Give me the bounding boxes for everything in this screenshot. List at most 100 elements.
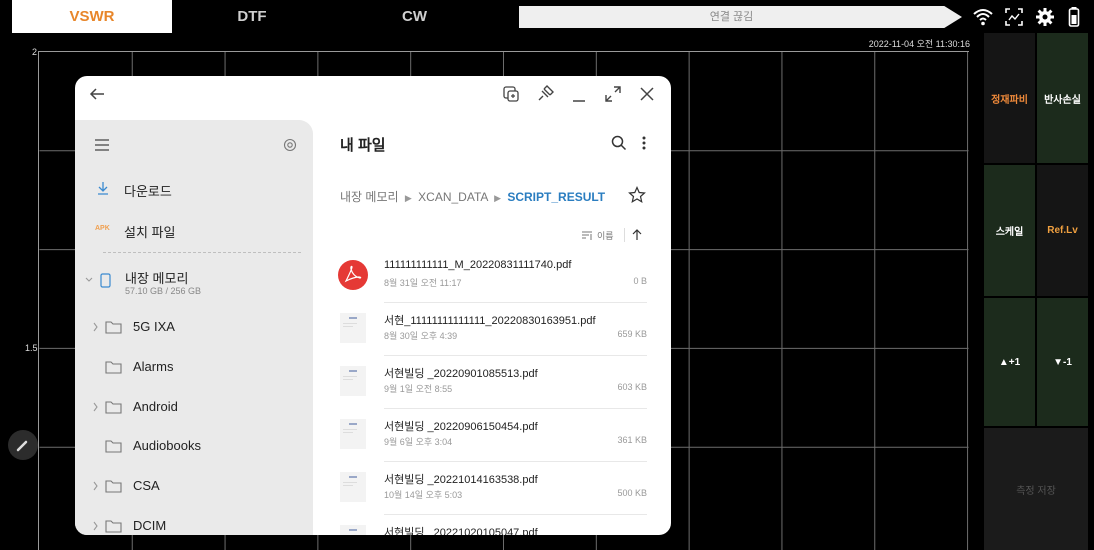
wifi-icon[interactable] <box>972 6 994 28</box>
file-name: 서현_11111111111111_20220830163951.pdf <box>384 315 596 327</box>
folder-label: DCIM <box>133 518 167 533</box>
file-row[interactable]: 서현빌딩 _20221014163538.pdf 10월 14일 오후 5:03… <box>337 463 647 515</box>
sidebar-item-downloads[interactable]: 다운로드 <box>75 176 313 202</box>
window-title-bar <box>75 76 671 112</box>
folder-label: 5G IXA <box>133 319 175 334</box>
split-view-icon[interactable] <box>499 82 523 106</box>
sidebar-label-downloads: 다운로드 <box>124 184 172 199</box>
file-name: 서현빌딩 _20220901085513.pdf <box>384 368 538 380</box>
folder-label: Alarms <box>133 359 174 374</box>
save-measurement-button[interactable]: 측정 저장 <box>984 428 1088 550</box>
tab-cw[interactable]: CW <box>332 0 497 33</box>
sort-label: 이름 <box>597 231 614 241</box>
sidebar-folder-android[interactable]: Android <box>75 394 313 420</box>
breadcrumb: 내장 메모리 ▶ XCAN_DATA ▶ SCRIPT_RESULT <box>340 188 605 205</box>
right-control-panel: 정재파비 반사손실 스케일 Ref.Lv ▲+1 ▼-1 측정 저장 <box>984 33 1088 550</box>
sort-ascending-icon[interactable] <box>630 228 644 242</box>
folder-icon <box>105 440 122 453</box>
sidebar-label-internal-storage: 내장 메모리 <box>125 271 189 286</box>
scale-button[interactable]: 스케일 <box>984 165 1035 296</box>
file-name: 서현빌딩 _20221014163538.pdf <box>384 474 538 486</box>
pencil-button[interactable] <box>8 430 38 460</box>
folder-icon <box>93 321 122 334</box>
file-name: 서현빌딩 _20220906150454.pdf <box>384 421 538 433</box>
file-manager-window: 다운로드 APK 설치 파일 내장 메모리 57.10 GB / 256 GB <box>75 76 671 535</box>
close-icon[interactable] <box>635 82 659 106</box>
file-row[interactable]: 서현빌딩 _20220901085513.pdf 9월 1일 오전 8:55 6… <box>337 357 647 409</box>
connection-status-bar: 연결 끊김 <box>519 6 962 28</box>
pdf-thumbnail-icon <box>340 472 366 502</box>
more-options-icon[interactable] <box>637 134 651 152</box>
sidebar-divider <box>103 252 301 253</box>
file-row[interactable]: 서현_11111111111111_20220830163951.pdf 8월 … <box>337 304 647 356</box>
decrement-button[interactable]: ▼-1 <box>1037 298 1088 426</box>
phone-storage-icon <box>85 273 111 288</box>
folder-label: Android <box>133 399 178 414</box>
folder-label: Audiobooks <box>133 438 201 453</box>
pdf-thumbnail-icon <box>340 313 366 343</box>
return-loss-button[interactable]: 반사손실 <box>1037 33 1088 163</box>
sidebar-folder-5g-ixa[interactable]: 5G IXA <box>75 314 313 340</box>
file-size: 500 KB <box>617 488 647 498</box>
file-size: 603 KB <box>617 382 647 392</box>
y-axis-label-top: 2 <box>32 47 38 57</box>
pdf-thumbnail-icon <box>340 366 366 396</box>
breadcrumb-separator-icon: ▶ <box>494 193 501 203</box>
file-date: 10월 14일 오후 5:03 <box>384 490 463 500</box>
top-bar: VSWR DTF CW 연결 끊김 <box>0 0 1094 33</box>
gear-icon[interactable] <box>1034 6 1056 28</box>
pin-icon[interactable] <box>533 82 557 106</box>
apk-badge: APK <box>95 225 110 232</box>
breadcrumb-item[interactable]: XCAN_DATA <box>418 190 488 204</box>
sidebar-folder-csa[interactable]: CSA <box>75 473 313 499</box>
row-divider <box>384 355 647 356</box>
sidebar-folder-audiobooks[interactable]: Audiobooks <box>75 433 313 459</box>
file-row[interactable]: 111111111111_M_20220831111740.pdf 8월 31일… <box>337 251 647 303</box>
folder-icon <box>93 520 122 533</box>
tab-vswr[interactable]: VSWR <box>12 0 172 33</box>
sidebar-label-install-files: 설치 파일 <box>124 225 176 240</box>
breadcrumb-current[interactable]: SCRIPT_RESULT <box>507 190 605 204</box>
back-arrow-icon[interactable] <box>85 82 109 106</box>
settings-gear-icon[interactable] <box>281 136 299 154</box>
page-title: 내 파일 <box>340 137 386 154</box>
sidebar-folder-dcim[interactable]: DCIM <box>75 513 313 535</box>
sort-icon <box>582 231 592 240</box>
star-icon[interactable] <box>628 186 646 204</box>
connection-status-text: 연결 끊김 <box>709 11 754 23</box>
breadcrumb-item[interactable]: 내장 메모리 <box>340 190 399 204</box>
folder-icon <box>93 480 122 493</box>
file-sidebar: 다운로드 APK 설치 파일 내장 메모리 57.10 GB / 256 GB <box>75 120 313 535</box>
pencil-icon <box>16 440 28 452</box>
file-size: 361 KB <box>617 435 647 445</box>
file-date: 8월 31일 오전 11:17 <box>384 278 462 288</box>
row-divider <box>384 514 647 515</box>
pdf-icon <box>338 260 368 290</box>
file-row[interactable]: 서현빌딩 _20221020105047.pdf <box>337 516 647 535</box>
file-size: 659 KB <box>617 329 647 339</box>
sidebar-item-install-files[interactable]: APK 설치 파일 <box>75 217 313 243</box>
search-icon[interactable] <box>610 134 628 152</box>
chart-timestamp: 2022-11-04 오전 11:30:16 <box>868 39 970 49</box>
maximize-icon[interactable] <box>601 82 625 106</box>
tab-dtf[interactable]: DTF <box>172 0 332 33</box>
battery-icon <box>1068 7 1080 27</box>
file-list-panel: 내 파일 내장 메모리 ▶ XCAN_DATA ▶ SCRIPT_RESULT <box>313 120 671 535</box>
sidebar-item-internal-storage[interactable]: 내장 메모리 57.10 GB / 256 GB <box>75 265 313 301</box>
file-name: 서현빌딩 _20221020105047.pdf <box>384 527 538 535</box>
vswr-button[interactable]: 정재파비 <box>984 33 1035 163</box>
folder-icon <box>93 401 122 414</box>
file-date: 9월 1일 오전 8:55 <box>384 384 453 394</box>
download-icon <box>98 182 108 195</box>
y-axis-label-mid: 1.5 <box>25 343 38 353</box>
file-row[interactable]: 서현빌딩 _20220906150454.pdf 9월 6일 오후 3:04 3… <box>337 410 647 462</box>
ref-level-button[interactable]: Ref.Lv <box>1037 165 1088 296</box>
storage-usage-text: 57.10 GB / 256 GB <box>125 286 202 296</box>
minimize-icon[interactable] <box>567 82 591 106</box>
file-name: 111111111111_M_20220831111740.pdf <box>384 259 572 271</box>
sidebar-folder-alarms[interactable]: Alarms <box>75 354 313 380</box>
screenshot-icon[interactable] <box>1003 6 1025 28</box>
folder-label: CSA <box>133 478 160 493</box>
increment-button[interactable]: ▲+1 <box>984 298 1035 426</box>
menu-icon[interactable] <box>93 136 111 154</box>
